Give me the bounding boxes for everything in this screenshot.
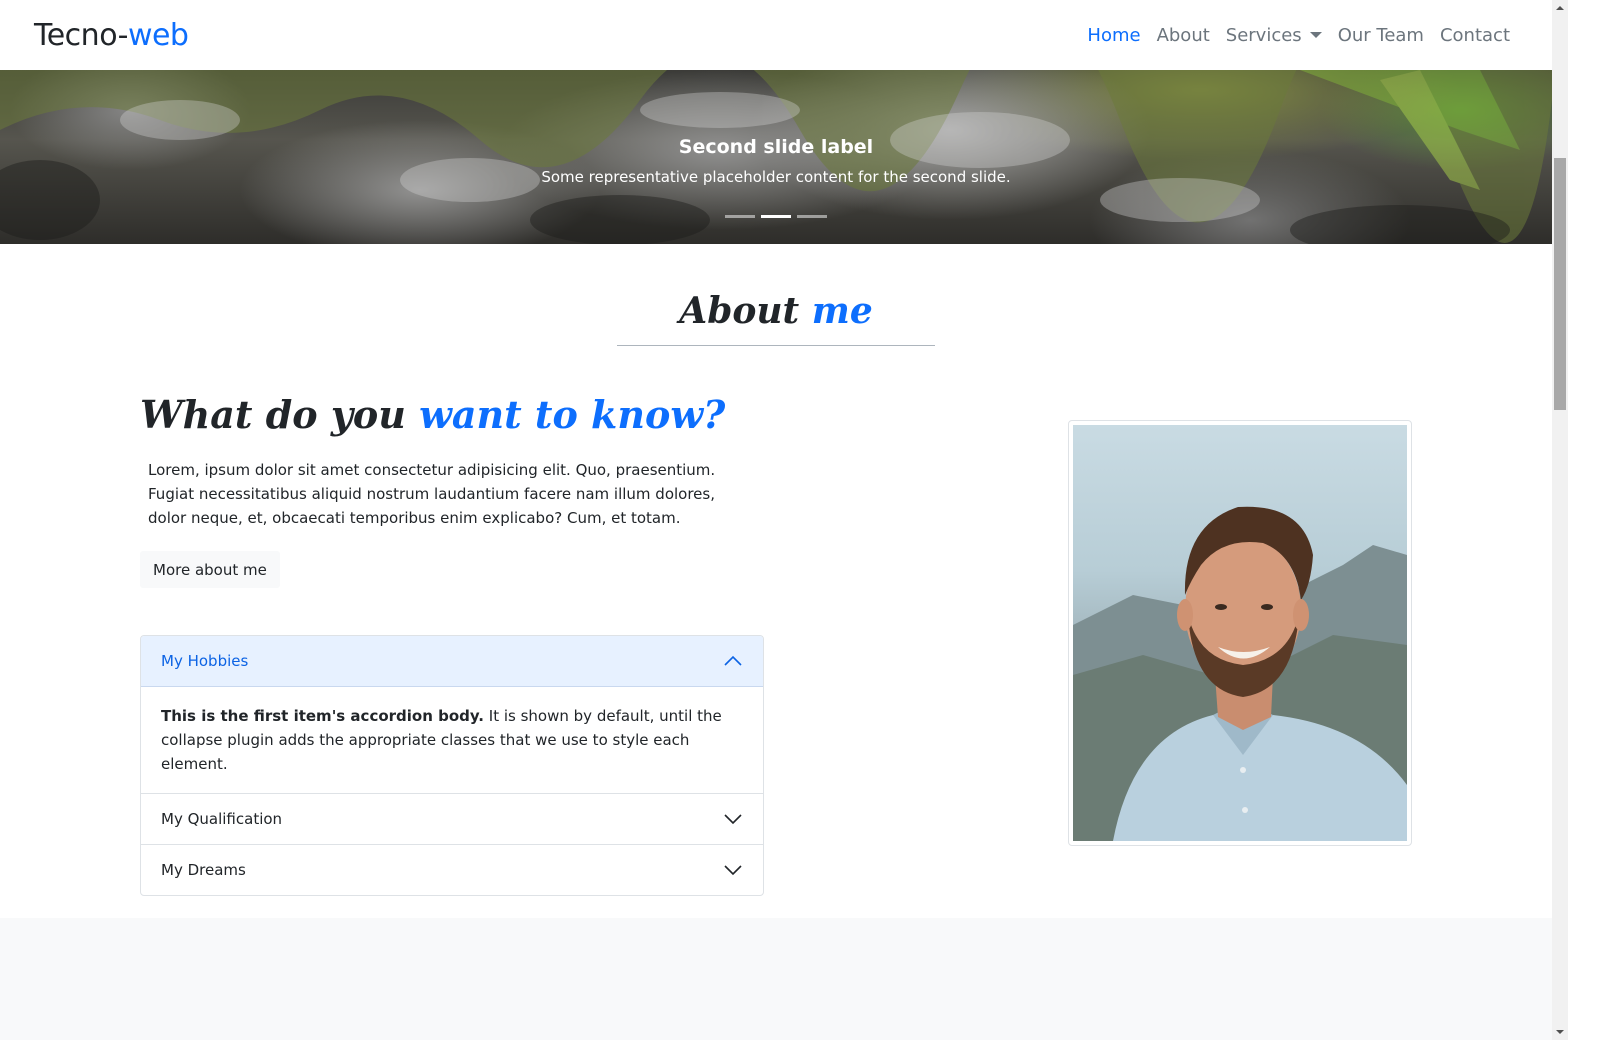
about-subheading-main: What do you <box>140 392 406 437</box>
carousel-indicators <box>0 215 1552 218</box>
chevron-up-icon <box>723 651 743 671</box>
carousel-caption-title: Second slide label <box>678 136 874 158</box>
nav-links: Home About Services Our Team Contact <box>1079 25 1518 46</box>
nav-home[interactable]: Home <box>1079 25 1148 46</box>
section-title-about: About me <box>617 290 935 332</box>
scrollbar-thumb[interactable] <box>1554 158 1566 410</box>
nav-our-team[interactable]: Our Team <box>1330 25 1432 46</box>
scroll-up-arrow-icon[interactable] <box>1552 0 1568 16</box>
page-scrollbar[interactable] <box>1552 0 1568 1040</box>
nav-about[interactable]: About <box>1149 25 1218 46</box>
accordion-title: My Qualification <box>161 810 283 828</box>
nav-services-dropdown[interactable]: Services <box>1218 25 1330 46</box>
section-title-accent: me <box>811 290 873 332</box>
brand-accent: web <box>127 17 189 53</box>
hero-carousel: Second slide label Some representative p… <box>0 70 1552 244</box>
accordion-header-qualification[interactable]: My Qualification <box>141 793 763 844</box>
about-subheading: What do you want to know? <box>140 392 725 437</box>
accordion-title: My Hobbies <box>161 652 249 670</box>
carousel-indicator-3[interactable] <box>797 215 827 218</box>
nav-services-label: Services <box>1225 24 1302 46</box>
carousel-caption: Second slide label Some representative p… <box>0 136 1552 186</box>
nav-contact[interactable]: Contact <box>1432 25 1518 46</box>
chevron-down-icon <box>723 809 743 829</box>
caret-down-icon <box>1309 32 1322 38</box>
accordion-header-hobbies[interactable]: My Hobbies <box>141 636 763 687</box>
window-edge <box>1568 0 1598 1040</box>
section-title-divider <box>617 345 935 346</box>
profile-photo-frame <box>1068 420 1412 846</box>
section-title-main: About <box>679 290 800 332</box>
carousel-indicator-2[interactable] <box>761 215 791 218</box>
scroll-down-arrow-icon[interactable] <box>1552 1024 1568 1040</box>
accordion-body-bold: This is the first item's accordion body. <box>161 707 485 725</box>
navbar: Tecno-web Home About Services Our Team C… <box>0 0 1552 70</box>
about-subheading-accent: want to know? <box>419 392 726 437</box>
accordion: My Hobbies This is the first item's acco… <box>140 635 764 896</box>
carousel-indicator-1[interactable] <box>725 215 755 218</box>
brand-main: Tecno- <box>34 17 128 53</box>
carousel-caption-text: Some representative placeholder content … <box>541 168 1011 186</box>
accordion-title: My Dreams <box>161 861 246 879</box>
chevron-down-icon <box>723 860 743 880</box>
more-about-me-button[interactable]: More about me <box>140 551 280 588</box>
about-paragraph: Lorem, ipsum dolor sit amet consectetur … <box>148 461 716 527</box>
accordion-body-hobbies: This is the first item's accordion body.… <box>141 687 763 793</box>
accordion-header-dreams[interactable]: My Dreams <box>141 844 763 895</box>
next-section-background <box>0 918 1552 1040</box>
brand-logo[interactable]: Tecno-web <box>34 17 189 53</box>
profile-photo <box>1073 425 1407 841</box>
